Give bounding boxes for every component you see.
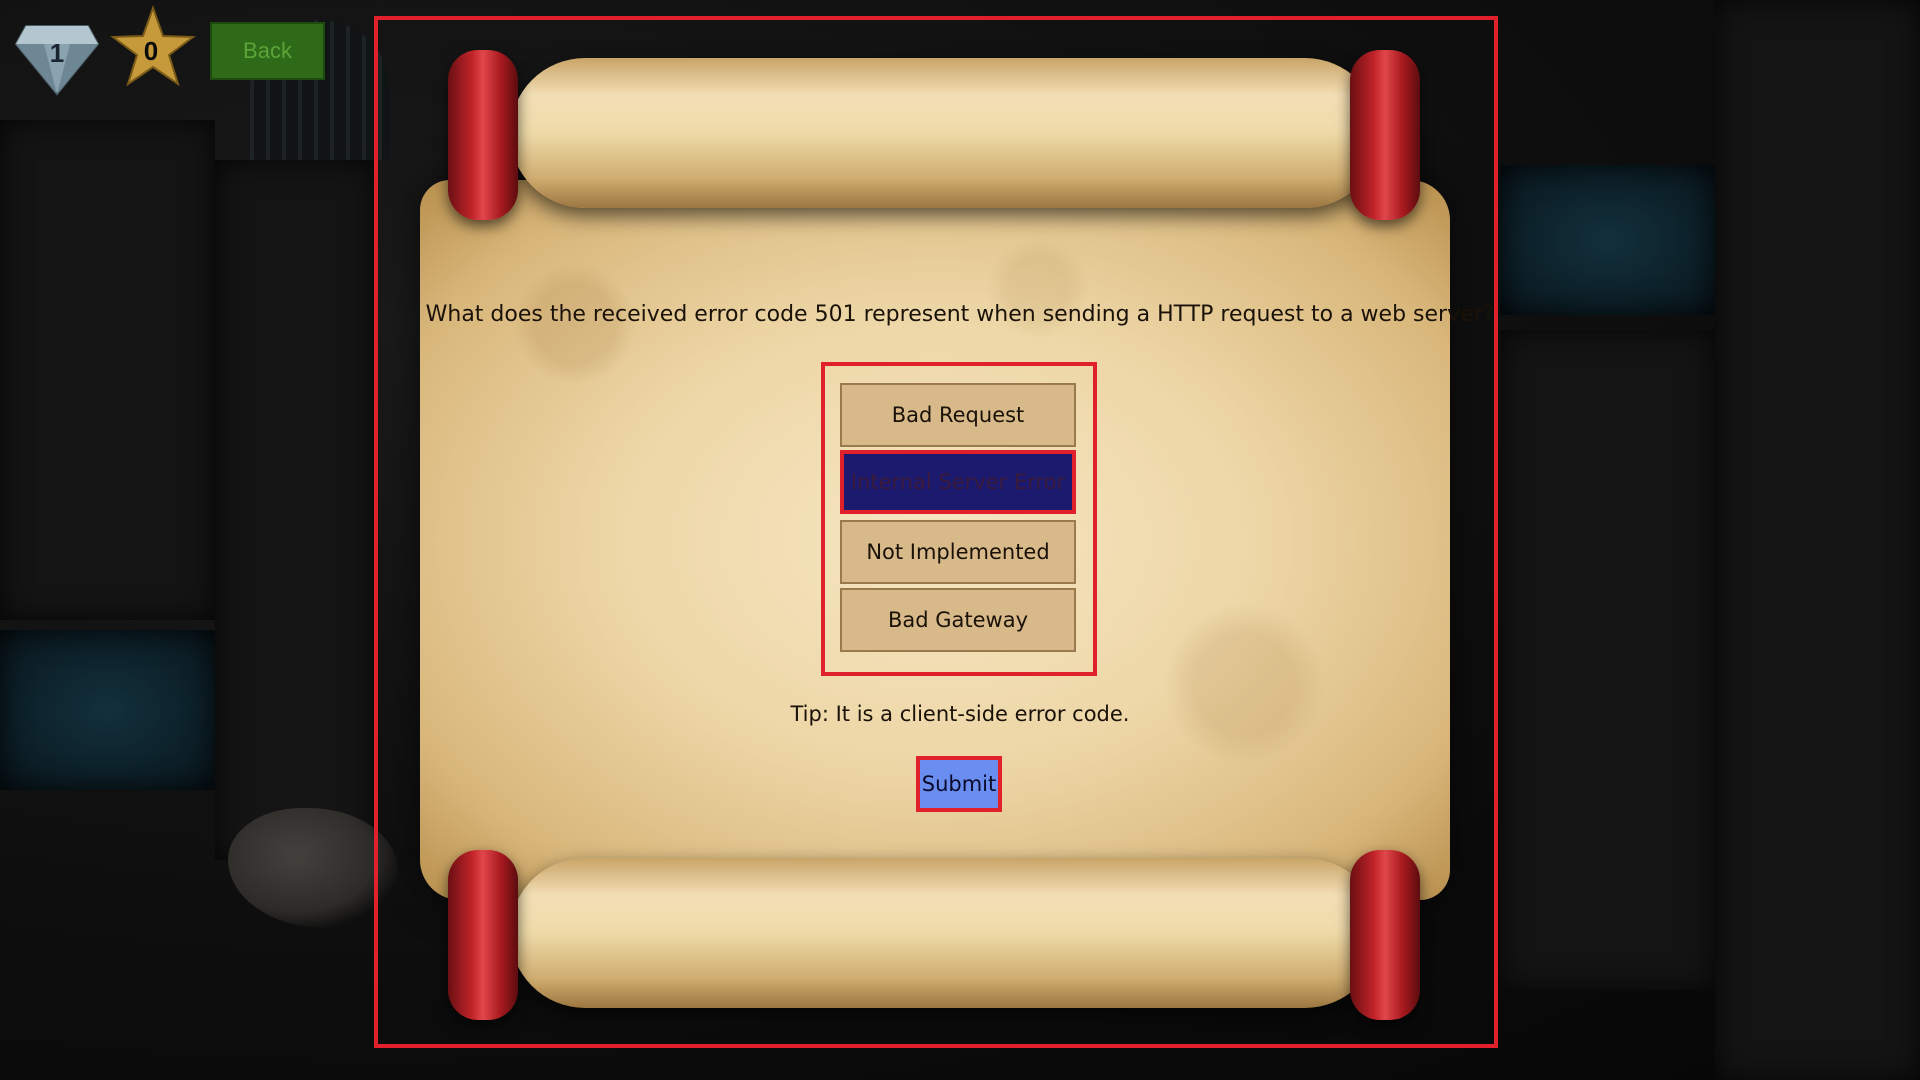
- submit-button[interactable]: Submit: [916, 756, 1002, 812]
- gem-count: 1: [49, 38, 65, 68]
- answer-option-not-implemented[interactable]: Not Implemented: [840, 520, 1076, 584]
- game-screen: 1 0 Back What does the received error co…: [0, 0, 1920, 1080]
- star-count: 0: [143, 36, 159, 66]
- answer-option-bad-request[interactable]: Bad Request: [840, 383, 1076, 447]
- floor-tile: [1500, 330, 1715, 990]
- water-tile: [1500, 165, 1715, 315]
- answer-option-internal-server-error[interactable]: Internal Server Error: [840, 450, 1076, 514]
- back-button[interactable]: Back: [210, 22, 325, 80]
- quiz-question: What does the received error code 501 re…: [425, 302, 1495, 327]
- hint-text: Tip: It is a client-side error code.: [790, 702, 1130, 726]
- floor-tile: [0, 120, 215, 620]
- floor-tile: [215, 160, 375, 860]
- answer-option-bad-gateway[interactable]: Bad Gateway: [840, 588, 1076, 652]
- rock: [228, 808, 398, 928]
- water-tile: [0, 630, 215, 790]
- floor-tile: [1715, 0, 1920, 1080]
